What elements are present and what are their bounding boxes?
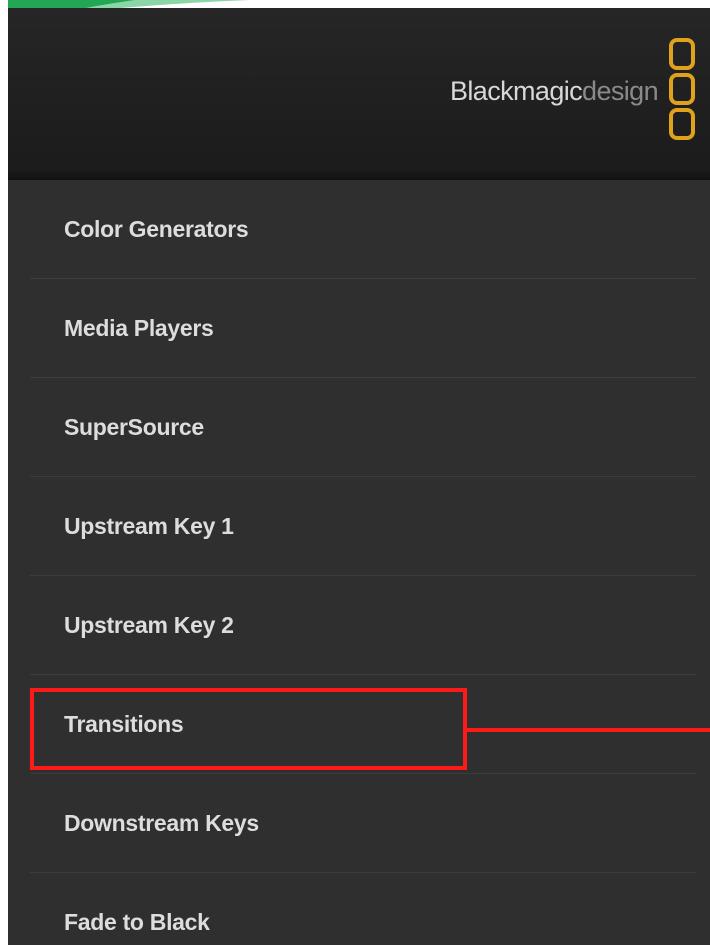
menu-item-upstream-key-2[interactable]: Upstream Key 2 (8, 576, 710, 675)
menu-item-label: Color Generators (64, 216, 249, 242)
menu-item-label: Fade to Black (64, 909, 210, 935)
menu-item-transitions[interactable]: Transitions (8, 675, 710, 774)
menu-item-label: SuperSource (64, 414, 204, 440)
menu-item-upstream-key-1[interactable]: Upstream Key 1 (8, 477, 710, 576)
screenshot-frame: Blackmagicdesign Color Generators Media … (0, 0, 710, 945)
menu-item-supersource[interactable]: SuperSource (8, 378, 710, 477)
menu-item-label: Upstream Key 2 (64, 612, 234, 638)
menu-item-label: Downstream Keys (64, 810, 259, 836)
menu-item-fade-to-black[interactable]: Fade to Black (8, 873, 710, 945)
menu-item-color-generators[interactable]: Color Generators (8, 180, 710, 279)
settings-menu: Color Generators Media Players SuperSour… (8, 180, 710, 945)
menu-item-downstream-keys[interactable]: Downstream Keys (8, 774, 710, 873)
switcher-control-panel: Blackmagicdesign Color Generators Media … (8, 8, 710, 945)
menu-item-label: Media Players (64, 315, 214, 341)
brand-name-primary: Blackmagic (449, 76, 583, 106)
panel-header: Blackmagicdesign (8, 8, 710, 180)
brand-name-secondary: design (582, 76, 659, 106)
brand-wordmark: Blackmagicdesign (449, 76, 659, 106)
menu-item-label: Upstream Key 1 (64, 513, 234, 539)
menu-item-label: Transitions (64, 711, 184, 737)
menu-item-media-players[interactable]: Media Players (8, 279, 710, 378)
three-rounded-squares-logo-icon (669, 38, 695, 140)
